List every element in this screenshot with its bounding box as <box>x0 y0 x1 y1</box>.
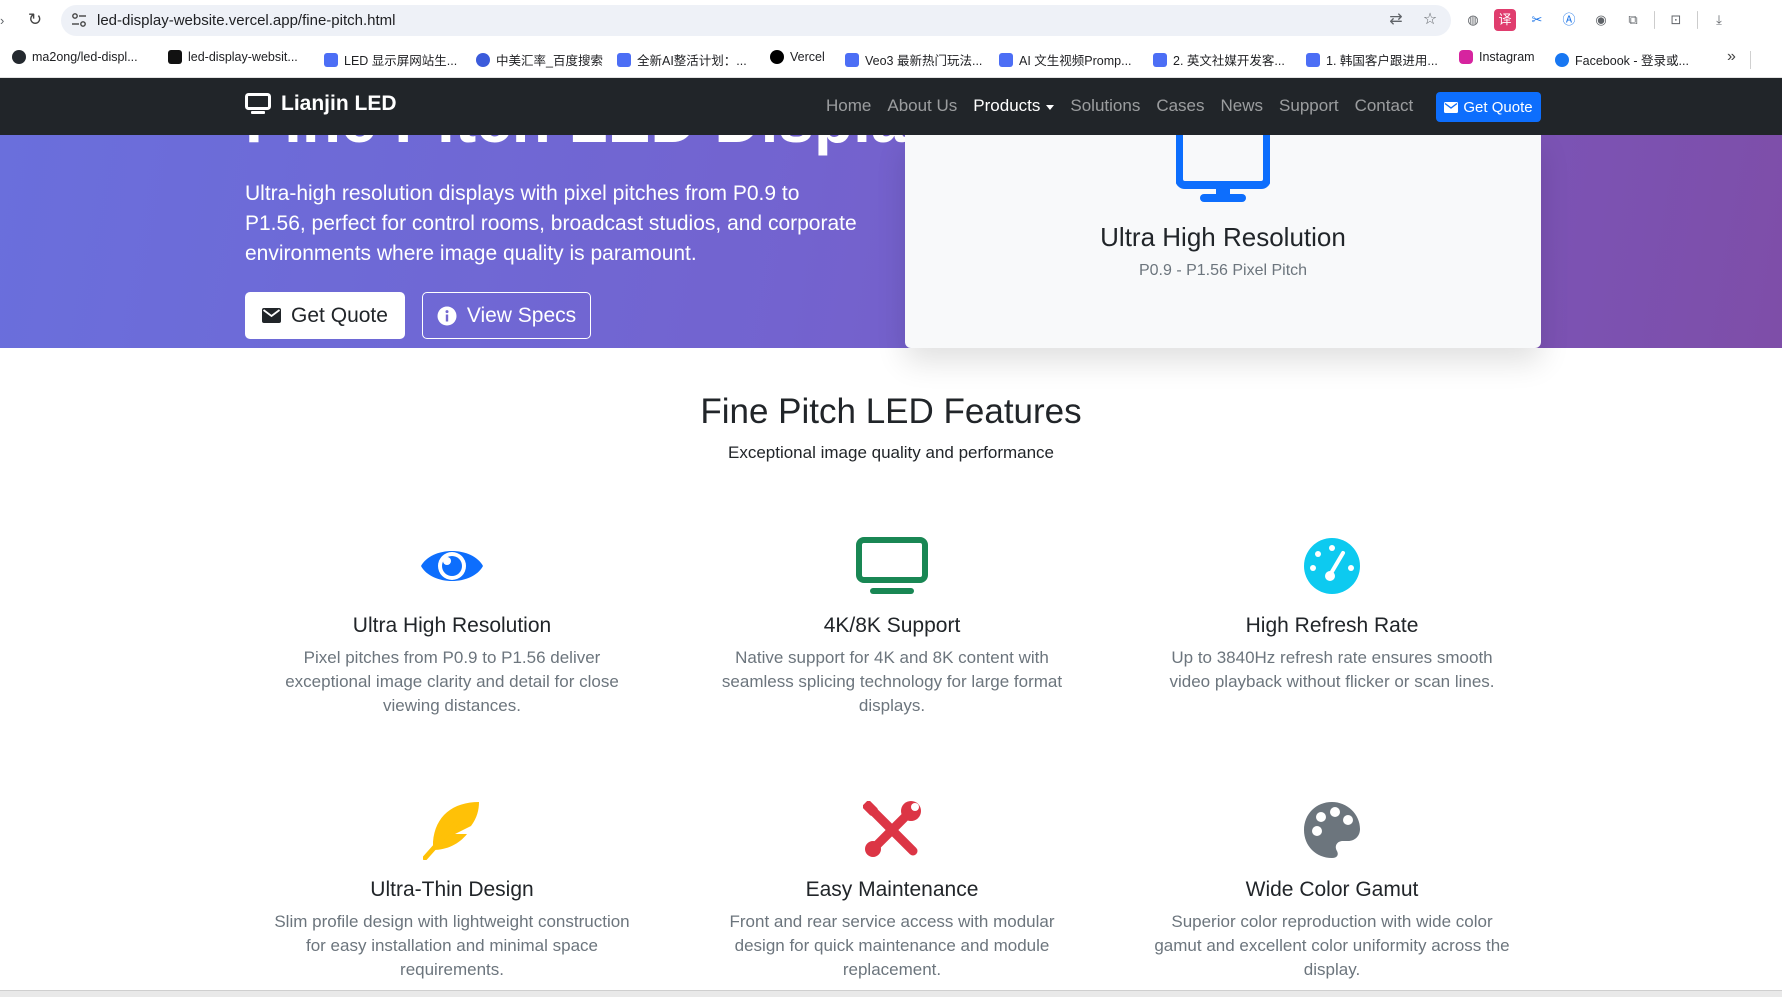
bookmark-item[interactable]: 1. 韩国客户跟进用... <box>1306 50 1438 69</box>
doc-icon <box>617 52 631 67</box>
card-title: Ultra High Resolution <box>1100 222 1346 252</box>
features-heading: Fine Pitch LED Features <box>700 392 1082 431</box>
divider <box>1750 51 1751 69</box>
nav-cases[interactable]: Cases <box>1148 96 1212 116</box>
nav-support[interactable]: Support <box>1271 96 1347 116</box>
feature-text: Up to 3840Hz refresh rate ensures smooth… <box>1169 648 1495 691</box>
doc-icon <box>1306 52 1320 67</box>
monitor-icon <box>245 93 271 114</box>
bookmark-item[interactable]: ma2ong/led-displ... <box>12 50 138 64</box>
nav-products-dropdown[interactable]: Products <box>965 96 1062 116</box>
bookmark-star-icon[interactable]: ☆ <box>1419 9 1441 31</box>
bolt-icon <box>168 50 182 64</box>
address-bar[interactable]: led-display-website.vercel.app/fine-pitc… <box>61 5 1451 36</box>
translate-icon[interactable]: ⇄ <box>1385 9 1407 31</box>
horizontal-scrollbar[interactable] <box>0 990 1782 997</box>
tab-search-icon[interactable]: ⊡ <box>1665 9 1687 31</box>
bookmark-item[interactable]: Instagram <box>1459 50 1535 64</box>
feature-text: Superior color reproduction with wide co… <box>1154 912 1510 979</box>
bookmark-item[interactable]: Vercel <box>770 50 825 64</box>
feature-title: Ultra High Resolution <box>352 614 552 637</box>
feature-title: Wide Color Gamut <box>1245 878 1419 901</box>
reload-icon[interactable]: ↻ <box>24 9 46 31</box>
feather-icon <box>423 802 479 860</box>
hero-lead-text: Ultra-high resolution displays with pixe… <box>245 182 857 265</box>
bookmark-item[interactable]: LED 显示屏网站生... <box>324 50 457 69</box>
brand-logo[interactable]: Lianjin LED <box>245 92 397 116</box>
feature-text: Pixel pitches from P0.9 to P1.56 deliver… <box>285 648 619 715</box>
nav-home[interactable]: Home <box>818 96 879 116</box>
vercel-icon <box>770 50 784 64</box>
hero-feature-card: Ultra High Resolution P0.9 - P1.56 Pixel… <box>905 135 1541 348</box>
feature-title: 4K/8K Support <box>823 614 961 637</box>
tv-icon <box>856 537 928 594</box>
bookmark-item[interactable]: AI 文生视频Promp... <box>999 50 1132 69</box>
feature-card: Ultra High Resolution Pixel pitches from… <box>272 534 632 718</box>
feature-card: High Refresh Rate Up to 3840Hz refresh r… <box>1152 534 1512 694</box>
url-text[interactable]: led-display-website.vercel.app/fine-pitc… <box>97 12 395 29</box>
nav-contact[interactable]: Contact <box>1347 96 1422 116</box>
nav-about-us[interactable]: About Us <box>879 96 965 116</box>
feature-title: High Refresh Rate <box>1245 614 1419 637</box>
bookmark-item[interactable]: Facebook - 登录或... <box>1555 50 1689 69</box>
extension-icon[interactable]: 译 <box>1494 9 1516 31</box>
puzzle-icon[interactable]: ⧉ <box>1622 9 1644 31</box>
bookmark-item[interactable]: led-display-websit... <box>168 50 298 64</box>
camera-icon[interactable]: ◉ <box>1590 9 1612 31</box>
paw-icon <box>476 52 490 67</box>
palette-icon <box>1304 802 1360 858</box>
monitor-icon <box>1176 135 1270 202</box>
forward-arrow-icon[interactable]: › <box>0 13 4 28</box>
eye-icon <box>421 551 483 581</box>
view-specs-button[interactable]: View Specs <box>422 292 591 339</box>
feature-title: Easy Maintenance <box>805 878 979 901</box>
scissors-icon[interactable]: ✂ <box>1526 9 1548 31</box>
divider <box>1697 11 1698 29</box>
tachometer-icon <box>1304 538 1360 594</box>
feature-card: 4K/8K Support Native support for 4K and … <box>712 534 1072 718</box>
site-navbar: Lianjin LED Home About Us Products Solut… <box>0 78 1782 135</box>
tools-icon <box>863 801 921 857</box>
feature-card: Wide Color Gamut Superior color reproduc… <box>1152 798 1512 982</box>
brand-name: Lianjin LED <box>281 92 397 115</box>
extension-icon[interactable]: Ⓐ <box>1558 9 1580 31</box>
feature-card: Ultra-Thin Design Slim profile design wi… <box>272 798 632 982</box>
feature-text: Native support for 4K and 8K content wit… <box>721 648 1063 715</box>
nav-news[interactable]: News <box>1213 96 1272 116</box>
envelope-icon <box>1444 101 1459 113</box>
nav-solutions[interactable]: Solutions <box>1062 96 1148 116</box>
bookmark-item[interactable]: Veo3 最新热门玩法... <box>845 50 982 69</box>
facebook-icon <box>1555 52 1569 67</box>
feature-text: Front and rear service access with modul… <box>729 912 1055 979</box>
bookmark-item[interactable]: 全新AI整活计划：... <box>617 50 747 69</box>
doc-icon <box>999 52 1013 67</box>
bookmark-item[interactable]: 中美汇率_百度搜索 <box>476 50 603 69</box>
feature-card: Easy Maintenance Front and rear service … <box>712 798 1072 982</box>
nav-get-quote-button[interactable]: Get Quote <box>1436 92 1541 122</box>
card-subtitle: P0.9 - P1.56 Pixel Pitch <box>1138 262 1308 279</box>
envelope-icon <box>262 308 282 323</box>
info-circle-icon <box>437 306 457 325</box>
browser-toolbar: › ↻ led-display-website.vercel.app/fine-… <box>0 0 1782 41</box>
download-icon[interactable]: ⤓ <box>1708 9 1730 31</box>
feature-text: Slim profile design with lightweight con… <box>274 912 630 979</box>
bookmarks-bar: ma2ong/led-displ... led-display-websit..… <box>0 41 1782 78</box>
doc-icon <box>1153 52 1167 67</box>
instagram-icon <box>1459 50 1473 64</box>
extension-icon[interactable]: ◍ <box>1462 9 1484 31</box>
extensions-bar: ◍ 译 ✂ Ⓐ ◉ ⧉ ⊡ ⤓ <box>1462 9 1730 31</box>
site-settings-icon[interactable] <box>71 12 87 28</box>
features-subheading: Exceptional image quality and performanc… <box>727 443 1055 462</box>
doc-icon <box>324 52 338 67</box>
doc-icon <box>845 52 859 67</box>
feature-title: Ultra-Thin Design <box>370 878 534 901</box>
more-bookmarks-icon[interactable]: » <box>1727 48 1736 66</box>
divider <box>1654 11 1655 29</box>
hero-title: Fine Pitch LED Display <box>245 135 942 157</box>
caret-down-icon <box>1046 104 1055 110</box>
bookmark-item[interactable]: 2. 英文社媒开发客... <box>1153 50 1285 69</box>
github-icon <box>12 50 26 64</box>
hero-get-quote-button[interactable]: Get Quote <box>245 292 405 339</box>
main-menu: Home About Us Products Solutions Cases N… <box>818 96 1421 116</box>
